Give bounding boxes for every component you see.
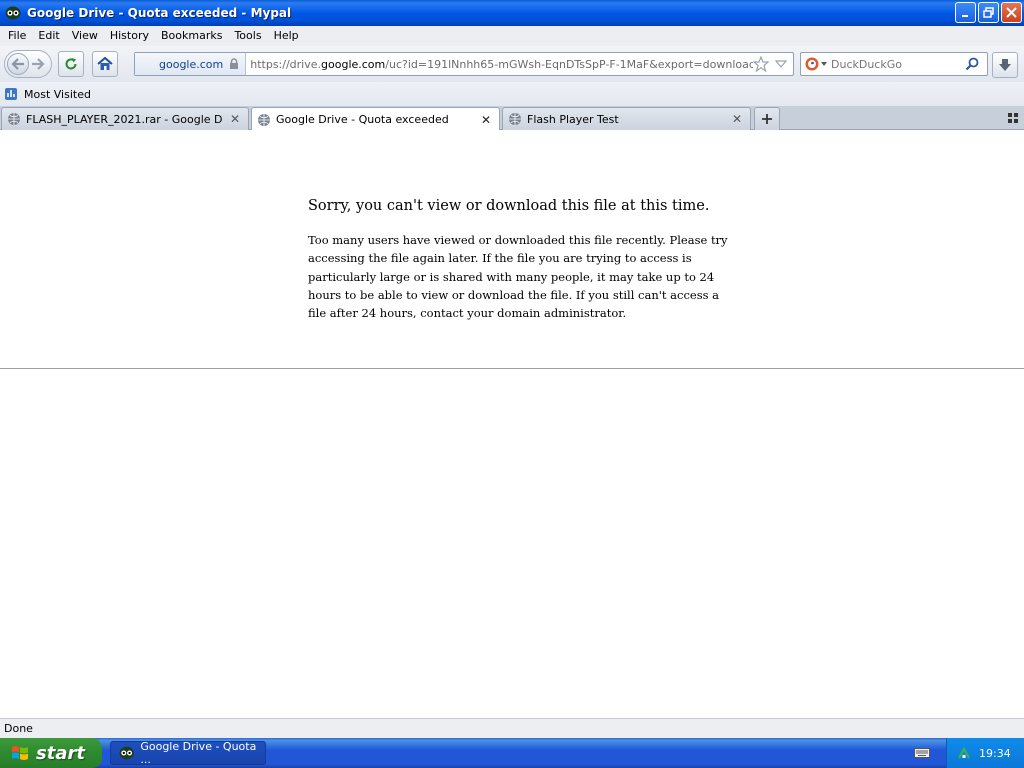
- tab-close-icon[interactable]: ✕: [730, 112, 744, 126]
- home-button[interactable]: [92, 51, 118, 77]
- back-button[interactable]: [7, 53, 29, 75]
- most-visited-icon: [5, 88, 17, 100]
- globe-icon: [8, 113, 20, 125]
- globe-icon: [258, 113, 270, 126]
- new-tab-button[interactable]: [754, 107, 780, 130]
- restore-button[interactable]: [978, 2, 999, 23]
- network-icon[interactable]: [957, 746, 971, 760]
- bookmarks-toolbar: Most Visited: [0, 82, 1024, 106]
- error-heading: Sorry, you can't view or download this f…: [308, 198, 710, 214]
- url-host: google.com: [321, 57, 386, 71]
- tab-close-icon[interactable]: ✕: [228, 112, 242, 126]
- search-input[interactable]: [831, 57, 959, 71]
- error-message: Sorry, you can't view or download this f…: [308, 198, 728, 322]
- status-bar: Done: [0, 718, 1024, 738]
- keyboard-layout-icon[interactable]: [914, 746, 930, 760]
- download-arrow-icon: [999, 59, 1011, 71]
- menu-tools[interactable]: Tools: [228, 26, 267, 46]
- window-titlebar[interactable]: Google Drive - Quota exceeded - Mypal: [0, 0, 1024, 26]
- url-path: /uc?id=191lNnhh65-mGWsh-EqnDTsSpP-F-1MaF…: [385, 57, 753, 71]
- clock[interactable]: 19:34: [979, 747, 1011, 760]
- history-dropdown-icon[interactable]: [775, 58, 787, 70]
- tab-label: Flash Player Test: [527, 112, 619, 126]
- tab-grid-icon: [1008, 113, 1018, 123]
- downloads-button[interactable]: [992, 52, 1018, 78]
- plus-icon: [762, 114, 772, 124]
- mypal-logo-icon: [119, 746, 134, 760]
- page-content: Sorry, you can't view or download this f…: [0, 130, 1024, 718]
- tab-flash-player-rar[interactable]: FLASH_PLAYER_2021.rar - Google Drive ✕: [1, 107, 249, 130]
- url-prefix: https://drive.: [250, 57, 322, 71]
- menu-history[interactable]: History: [104, 26, 155, 46]
- menu-edit[interactable]: Edit: [32, 26, 65, 46]
- url-text[interactable]: https://drive.google.com/uc?id=191lNnhh6…: [250, 58, 753, 71]
- identity-domain: google.com: [159, 57, 224, 71]
- bookmark-star-icon[interactable]: [753, 56, 769, 72]
- duckduckgo-icon: [805, 57, 819, 71]
- back-forward-group: [4, 50, 52, 78]
- minimize-button[interactable]: [955, 2, 976, 23]
- search-icon[interactable]: [965, 57, 979, 71]
- windows-flag-icon: [12, 746, 28, 760]
- menu-file[interactable]: File: [2, 26, 32, 46]
- tab-quota-exceeded[interactable]: Google Drive - Quota exceeded ✕: [251, 107, 500, 131]
- menu-bookmarks[interactable]: Bookmarks: [155, 26, 228, 46]
- search-engine-button[interactable]: [801, 53, 831, 75]
- menu-help[interactable]: Help: [268, 26, 305, 46]
- tab-label: FLASH_PLAYER_2021.rar - Google Drive: [26, 112, 222, 126]
- menu-view[interactable]: View: [66, 26, 104, 46]
- start-label: start: [36, 742, 85, 764]
- reload-icon: [65, 58, 77, 70]
- menu-bar: File Edit View History Bookmarks Tools H…: [0, 26, 1024, 46]
- tab-label: Google Drive - Quota exceeded: [276, 113, 449, 126]
- forward-arrow-icon: [32, 58, 45, 70]
- globe-icon: [509, 113, 521, 125]
- taskbar-mypal-window[interactable]: Google Drive - Quota ...: [110, 740, 266, 766]
- address-bar[interactable]: google.com https://drive.google.com/uc?i…: [134, 52, 794, 76]
- tab-flash-player-test[interactable]: Flash Player Test ✕: [502, 107, 751, 130]
- tab-close-icon[interactable]: ✕: [479, 113, 493, 127]
- list-all-tabs-button[interactable]: [1008, 112, 1018, 126]
- start-button[interactable]: start: [0, 738, 102, 768]
- reload-button[interactable]: [58, 51, 84, 77]
- window-title: Google Drive - Quota exceeded - Mypal: [27, 6, 292, 20]
- lock-icon: [230, 58, 239, 69]
- bookmark-most-visited[interactable]: Most Visited: [24, 88, 91, 101]
- home-icon: [97, 57, 113, 70]
- search-bar[interactable]: [800, 52, 988, 76]
- navigation-toolbar: google.com https://drive.google.com/uc?i…: [0, 46, 1024, 82]
- status-text: Done: [4, 722, 33, 735]
- content-divider: [0, 368, 1024, 369]
- chevron-down-icon: [821, 62, 827, 66]
- close-window-button[interactable]: [1001, 2, 1022, 23]
- forward-button[interactable]: [29, 53, 47, 75]
- windows-taskbar: start Google Drive - Quota ... 19:34: [0, 738, 1024, 768]
- system-tray: 19:34: [946, 738, 1024, 768]
- site-identity-button[interactable]: google.com: [135, 53, 247, 75]
- tab-strip: FLASH_PLAYER_2021.rar - Google Drive ✕ G…: [0, 106, 1024, 131]
- error-body: Too many users have viewed or downloaded…: [308, 233, 728, 321]
- mypal-logo-icon: [5, 5, 21, 21]
- taskbar-item-label: Google Drive - Quota ...: [140, 740, 257, 766]
- back-arrow-icon: [11, 58, 24, 70]
